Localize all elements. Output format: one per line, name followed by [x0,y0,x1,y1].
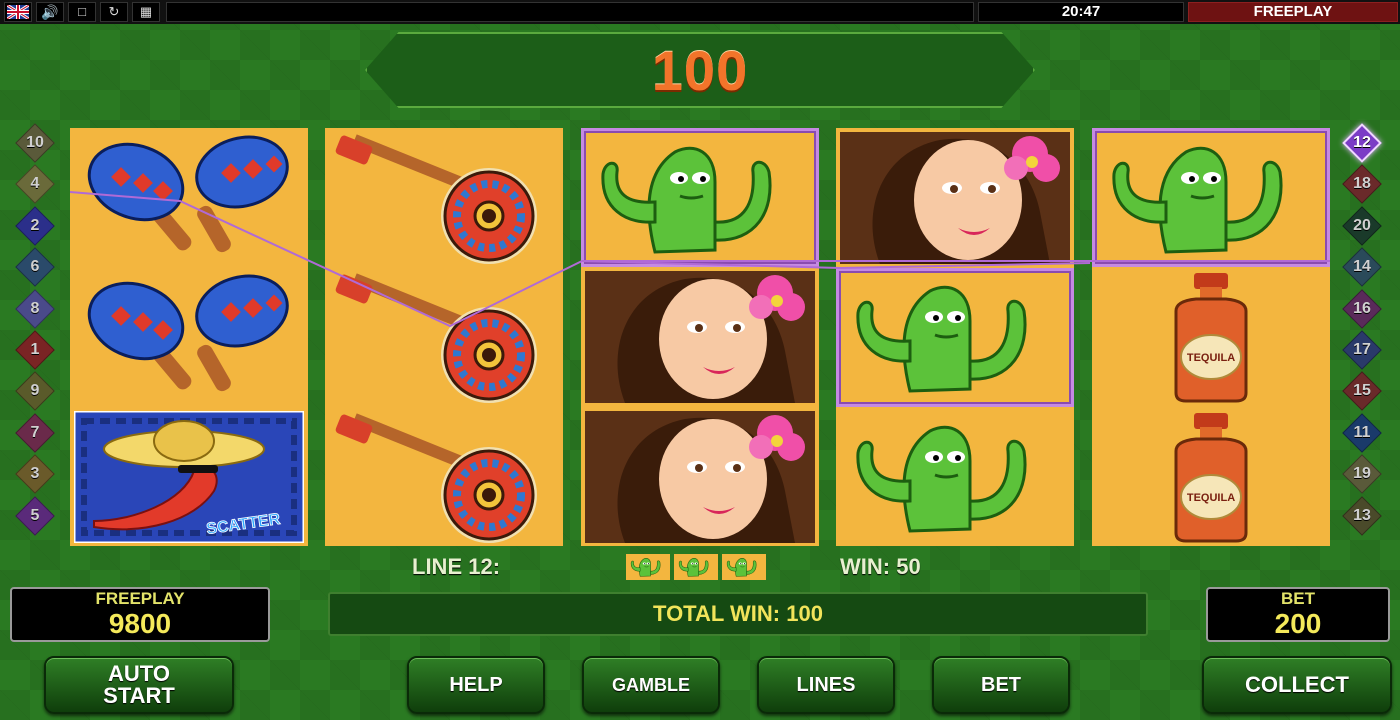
payline-number: 19 [1353,465,1371,483]
payline-number: 2 [30,216,40,234]
payline-indicator-3: 3 [11,454,59,494]
payline-indicator-15: 15 [1338,371,1386,412]
fullscreen-icon[interactable]: □ [68,2,96,22]
win-banner: 100 [365,32,1035,108]
payline-indicator-12: 12 [1338,123,1386,163]
payline-number: 8 [30,299,40,317]
tequila-label: TEQUILA [1187,492,1235,504]
payline-number: 13 [1353,506,1371,524]
tequila-symbol: TEQUILA [1092,268,1330,407]
payline-number: 20 [1353,216,1371,234]
payline-indicators-left: 10 4 2 6 8 1 9 7 3 5 [11,123,61,539]
payline-indicator-9: 9 [11,371,59,412]
payline-number: 5 [30,506,40,524]
cactus-icon [722,554,766,580]
reels[interactable]: SCATTER TEQUILA TEQUILA [70,128,1330,546]
cactus-symbol [836,407,1074,546]
bet-value: 200 [1274,608,1322,639]
cactus-symbol [581,128,819,267]
payline-indicator-17: 17 [1338,330,1386,370]
payline-number: 7 [30,423,40,441]
payline-number: 4 [30,175,40,193]
status-bar: 🔊 □ ↻ ▦ 20:47 FREEPLAY [0,0,1400,24]
payline-number: 3 [30,465,40,483]
woman-symbol [581,268,819,407]
payline-number: 11 [1353,423,1371,441]
woman-symbol [581,407,819,546]
maracas-symbol [70,268,308,407]
reel-1: SCATTER [70,128,308,546]
clock: 20:47 [978,2,1184,22]
credits-caption: FREEPLAY [95,589,185,608]
payline-indicator-11: 11 [1338,412,1386,453]
payline-indicator-7: 7 [11,412,59,453]
credits-value: 9800 [108,608,172,639]
reel-3 [581,128,819,546]
payline-number: 10 [26,134,44,151]
guitar-symbol [325,407,563,546]
uk-flag-icon[interactable] [4,2,32,22]
total-win: TOTAL WIN: 100 [328,592,1148,636]
woman-symbol [836,128,1074,267]
guitar-symbol [325,128,563,267]
cactus-symbol [836,267,1074,407]
payline-indicator-18: 18 [1338,164,1386,205]
guitar-symbol [325,268,563,407]
payline-indicator-6: 6 [11,247,59,287]
credits-panel: FREEPLAY 9800 [10,587,270,642]
cactus-icon [626,554,670,580]
payline-indicator-13: 13 [1338,495,1386,536]
tequila-label: TEQUILA [1187,352,1235,364]
collect-button[interactable]: COLLECT [1202,656,1392,714]
status-filler [166,2,974,22]
payline-indicator-4: 4 [11,164,59,205]
bet-button[interactable]: BET [932,656,1070,714]
winning-symbols [626,554,766,580]
tequila-symbol: TEQUILA [1092,407,1330,546]
win-amount: 100 [651,38,749,102]
maracas-symbol [70,128,308,267]
payline-number: 6 [30,258,40,276]
line-label: LINE 12: [412,554,501,579]
payline-indicator-14: 14 [1338,247,1386,287]
bet-panel: BET 200 [1206,587,1390,642]
payline-number: 17 [1353,340,1371,358]
payline-number: 1 [30,340,40,358]
reel-5: TEQUILA TEQUILA [1092,128,1330,546]
payline-number: 15 [1353,382,1371,400]
line-win: WIN: 50 [840,554,921,579]
payline-indicator-1: 1 [11,330,59,370]
gamble-button[interactable]: GAMBLE [582,656,720,714]
payline-indicator-20: 20 [1338,205,1386,246]
payline-number: 16 [1353,299,1371,317]
reload-icon[interactable]: ↻ [100,2,128,22]
scatter-symbol: SCATTER [70,407,308,546]
payline-indicator-19: 19 [1338,454,1386,494]
cactus-symbol [1092,128,1330,267]
payline-indicators-right: 12 18 20 14 16 17 15 11 19 13 [1338,123,1388,539]
history-icon[interactable]: ▦ [132,2,160,22]
auto-start-button[interactable]: AUTO START [44,656,234,714]
speaker-icon[interactable]: 🔊 [36,2,64,22]
payline-indicator-16: 16 [1338,288,1386,329]
payline-number: 12 [1353,134,1371,151]
payline-indicator-5: 5 [11,495,59,536]
payline-number: 9 [30,382,40,400]
bet-caption: BET [1281,589,1315,608]
payline-indicator-10: 10 [11,123,59,163]
help-button[interactable]: HELP [407,656,545,714]
payline-indicator-8: 8 [11,288,59,329]
reel-4 [836,128,1074,546]
payline-number: 18 [1353,175,1371,193]
cactus-icon [674,554,718,580]
payline-number: 14 [1353,258,1371,276]
reel-2 [325,128,563,546]
payline-indicator-2: 2 [11,205,59,246]
mode-badge: FREEPLAY [1188,2,1398,22]
lines-button[interactable]: LINES [757,656,895,714]
